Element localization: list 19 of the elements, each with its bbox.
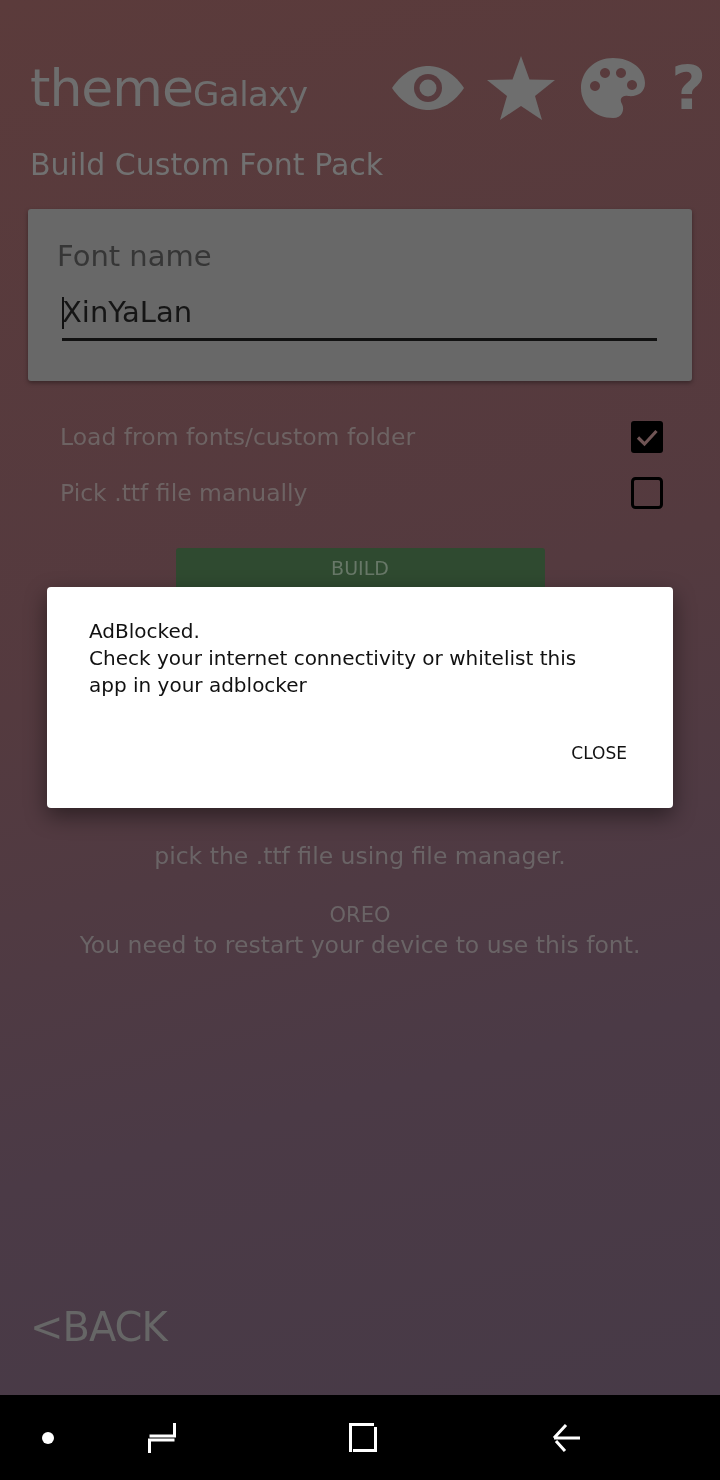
checkbox[interactable] (631, 421, 663, 453)
dot-icon[interactable] (42, 1431, 54, 1444)
close-button[interactable]: CLOSE (567, 739, 631, 767)
theme-button[interactable] (581, 57, 646, 119)
eye-icon (390, 65, 467, 111)
font-name-input[interactable]: XinYaLan (62, 294, 657, 330)
favorite-button[interactable] (487, 56, 556, 120)
help-button[interactable]: ? (671, 58, 706, 118)
star-icon (487, 56, 556, 120)
palette-icon (581, 57, 646, 119)
preview-button[interactable] (390, 65, 467, 111)
text-cursor-icon (62, 297, 64, 329)
recents-icon[interactable] (148, 1422, 176, 1453)
dialog-message: Check your internet connectivity or whitelist this app in your adblocker (89, 645, 578, 699)
font-name-field[interactable]: XinYaLan (62, 294, 657, 341)
checkbox[interactable] (631, 477, 663, 509)
dialog-title: AdBlocked. (89, 618, 200, 645)
back-icon[interactable] (552, 1423, 580, 1452)
home-icon[interactable] (349, 1423, 377, 1452)
